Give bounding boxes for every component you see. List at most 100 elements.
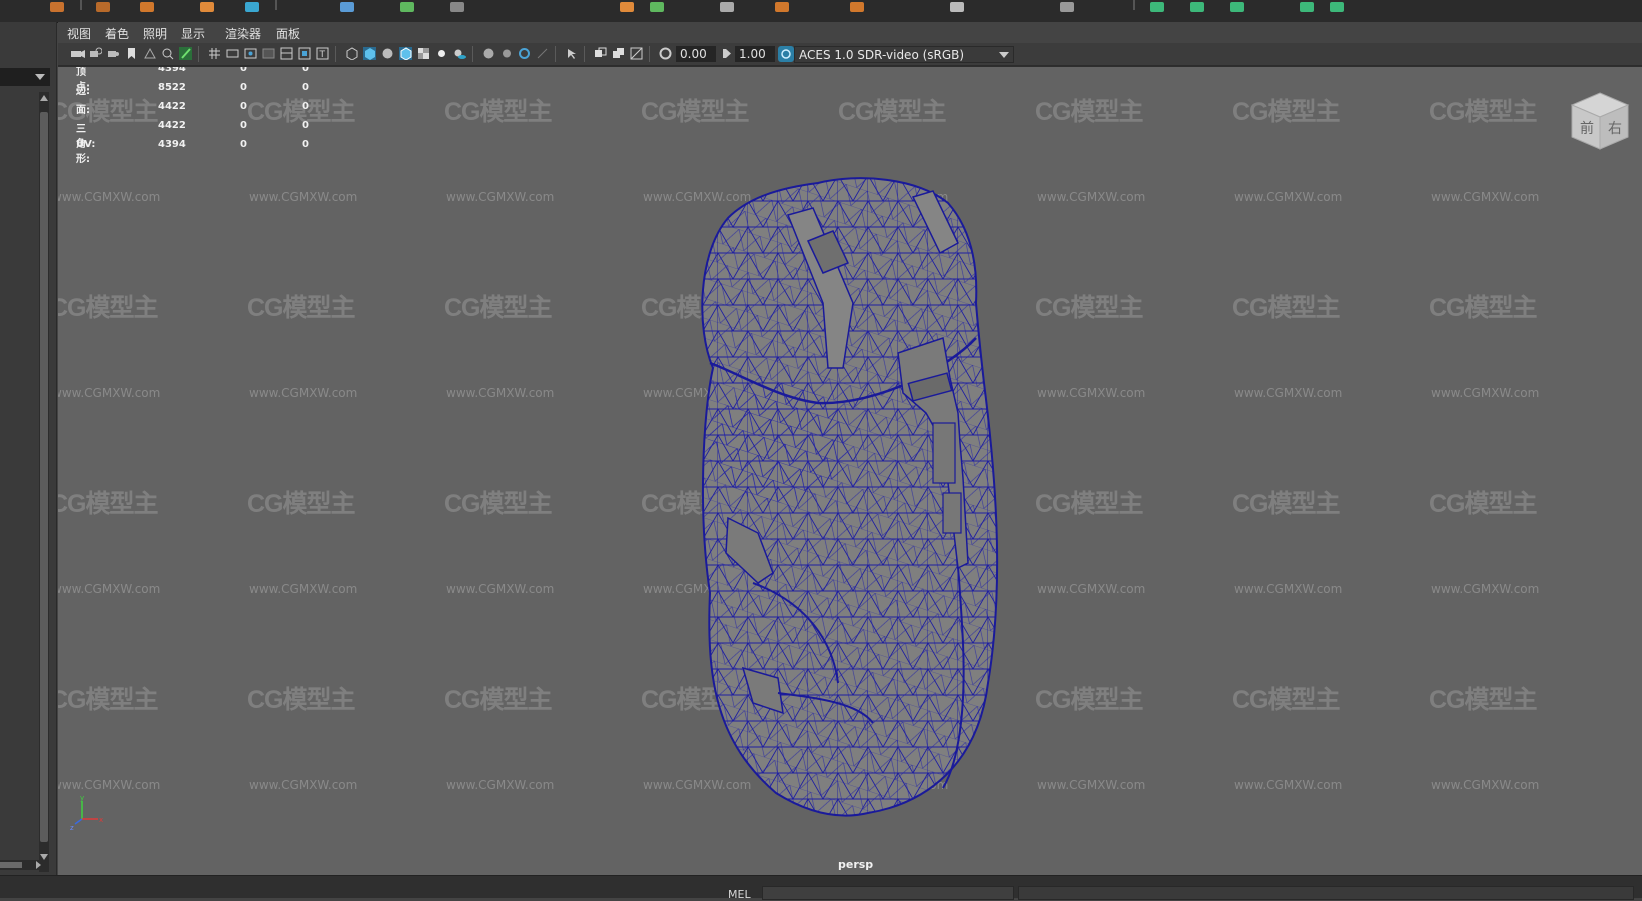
field-chart-icon[interactable] (280, 47, 293, 60)
anti-aliasing-icon[interactable] (518, 47, 531, 60)
watermark-url: www.CGMXW.com (1234, 778, 1343, 792)
shelf-tool-icon[interactable] (620, 2, 634, 12)
panel-dropdown[interactable] (0, 68, 50, 86)
command-result-field (1018, 886, 1634, 900)
menu-lighting[interactable]: 照明 (143, 25, 167, 42)
screen-space-ao-icon[interactable] (482, 47, 495, 60)
grease-pencil-icon[interactable] (179, 47, 192, 60)
safe-action-icon[interactable] (298, 47, 311, 60)
scrollbar-thumb[interactable] (40, 112, 48, 842)
bookmark-icon[interactable] (125, 47, 138, 60)
mel-command-input[interactable] (762, 886, 1014, 900)
shelf-tool-icon[interactable] (245, 2, 259, 12)
textured-icon[interactable] (417, 47, 430, 60)
xray-joints-icon[interactable] (612, 47, 625, 60)
motion-blur-icon[interactable] (500, 47, 513, 60)
gamma-icon[interactable] (720, 47, 733, 60)
shelf-bar (0, 0, 1642, 23)
scroll-up-icon[interactable] (40, 95, 48, 101)
film-gate-icon[interactable] (226, 47, 239, 60)
menu-view[interactable]: 视图 (67, 25, 91, 42)
axis-z-label: z (70, 824, 74, 832)
menu-renderer[interactable]: 渲染器 (225, 25, 261, 42)
shelf-tool-icon[interactable] (340, 2, 354, 12)
shelf-tool-icon[interactable] (1190, 2, 1204, 12)
outliner-panel (0, 22, 57, 875)
isolate-select-icon[interactable] (565, 47, 578, 60)
toolbar-separator (649, 46, 650, 62)
bookmark-camera-icon[interactable] (107, 47, 120, 60)
xray-components-icon[interactable] (630, 47, 643, 60)
watermark-logo: CG模型主 (444, 98, 553, 126)
hud-label: 面: (76, 105, 90, 116)
hud-label: UV: (76, 139, 96, 150)
exposure-field[interactable]: 0.00 (676, 46, 716, 62)
use-all-lights-icon[interactable] (435, 47, 448, 60)
shelf-tool-icon[interactable] (950, 2, 964, 12)
watermark-logo: CG模型主 (1232, 490, 1341, 518)
grid-icon[interactable] (208, 47, 221, 60)
shelf-tool-icon[interactable] (96, 2, 110, 12)
view-transform-dropdown[interactable]: ACES 1.0 SDR-video (sRGB) (794, 46, 1014, 63)
select-camera-icon[interactable] (70, 47, 86, 60)
watermark-url: www.CGMXW.com (1431, 386, 1540, 400)
shadows-icon[interactable] (453, 47, 466, 60)
watermark-url: www.CGMXW.com (58, 778, 161, 792)
gamma-field[interactable]: 1.00 (735, 46, 775, 62)
watermark-url: www.CGMXW.com (58, 582, 161, 596)
shelf-tool-icon[interactable] (1330, 2, 1344, 12)
shelf-tool-icon[interactable] (450, 2, 464, 12)
watermark-url: www.CGMXW.com (1431, 582, 1540, 596)
wireframe-on-shaded-icon[interactable] (399, 47, 412, 60)
mel-label[interactable]: MEL (728, 888, 751, 901)
scrollbar-thumb[interactable] (0, 862, 22, 868)
watermark-logo: CG模型主 (247, 98, 356, 126)
menu-shading[interactable]: 着色 (105, 25, 129, 42)
shelf-tool-icon[interactable] (720, 2, 734, 12)
watermark-logo: CG模型主 (1232, 294, 1341, 322)
xray-icon[interactable] (594, 47, 607, 60)
shelf-tool-icon[interactable] (1060, 2, 1074, 12)
hud-label: 边: (76, 86, 90, 97)
menu-panels[interactable]: 面板 (276, 25, 300, 42)
shelf-tool-icon[interactable] (400, 2, 414, 12)
resolution-gate-icon[interactable] (244, 47, 257, 60)
horizontal-scrollbar[interactable] (0, 860, 44, 870)
menu-show[interactable]: 显示 (181, 25, 205, 42)
scroll-right-icon[interactable] (36, 861, 41, 869)
color-management-icon[interactable] (778, 46, 794, 62)
watermark-logo: CG模型主 (1429, 98, 1538, 126)
backpack-mesh[interactable] (658, 123, 1098, 863)
chevron-down-icon (35, 74, 45, 80)
watermark-logo: CG模型主 (58, 686, 159, 714)
gate-mask-icon[interactable] (262, 47, 275, 60)
shelf-tool-icon[interactable] (775, 2, 789, 12)
shelf-separator (1133, 0, 1135, 10)
shelf-tool-icon[interactable] (650, 2, 664, 12)
vertical-scrollbar[interactable] (39, 92, 49, 872)
toolbar-separator (472, 46, 473, 62)
depth-of-field-icon[interactable] (536, 47, 549, 60)
watermark-url: www.CGMXW.com (1431, 190, 1540, 204)
shelf-tool-icon[interactable] (850, 2, 864, 12)
hud-value: 0 (240, 66, 247, 74)
exposure-icon[interactable] (659, 47, 672, 60)
shelf-tool-icon[interactable] (200, 2, 214, 12)
shelf-tool-icon[interactable] (1300, 2, 1314, 12)
hud-value: 0 (240, 82, 247, 93)
shelf-tool-icon[interactable] (1230, 2, 1244, 12)
hud-value: 4394 (158, 139, 186, 150)
shelf-tool-icon[interactable] (1150, 2, 1164, 12)
shelf-tool-icon[interactable] (50, 2, 64, 12)
image-plane-icon[interactable] (143, 47, 156, 60)
2d-pan-zoom-icon[interactable] (161, 47, 174, 60)
wireframe-icon[interactable] (345, 47, 358, 60)
view-cube[interactable]: 前 右 (1568, 89, 1632, 153)
default-material-icon[interactable] (381, 47, 394, 60)
safe-title-icon[interactable]: T (316, 47, 329, 60)
camera-attributes-icon[interactable] (89, 47, 102, 60)
perspective-viewport[interactable]: CG模型主 CG模型主 CG模型主 CG模型主 CG模型主 CG模型主 CG模型主 CG模型主… (58, 66, 1642, 876)
smooth-shade-icon[interactable] (363, 47, 376, 60)
hud-value: 0 (240, 139, 247, 150)
shelf-tool-icon[interactable] (140, 2, 154, 12)
